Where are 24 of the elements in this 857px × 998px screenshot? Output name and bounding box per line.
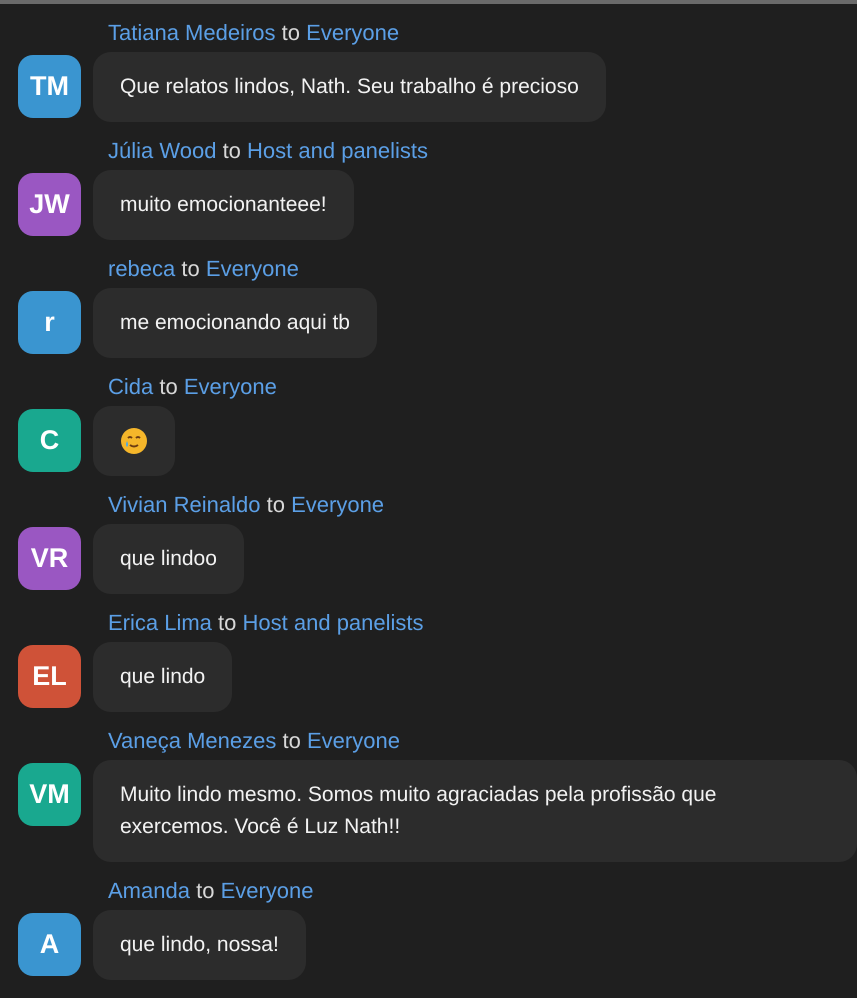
avatar: VM	[18, 763, 81, 826]
avatar: TM	[18, 55, 81, 118]
message-header: Amanda to Everyone	[107, 877, 315, 905]
avatar: JW	[18, 173, 81, 236]
message-bubble: que lindo, nossa!	[93, 910, 306, 980]
message-header: Júlia Wood to Host and panelists	[107, 137, 430, 165]
message-header: Cida to Everyone	[107, 373, 278, 401]
avatar: C	[18, 409, 81, 472]
message-bubble: que lindo	[93, 642, 232, 712]
message-header: Vivian Reinaldo to Everyone	[107, 491, 386, 519]
message-bubble: me emocionando aqui tb	[93, 288, 377, 358]
message-header: Erica Lima to Host and panelists	[107, 609, 425, 637]
avatar: EL	[18, 645, 81, 708]
avatar: VR	[18, 527, 81, 590]
message-header: Vaneça Menezes to Everyone	[107, 727, 401, 755]
message-header: rebeca to Everyone	[107, 255, 300, 283]
message-header: Tatiana Medeiros to Everyone	[107, 19, 400, 47]
message-bubble: que lindoo	[93, 524, 244, 594]
message-bubble: Muito lindo mesmo. Somos muito agraciadas pela profissão que exercemos. Você é Luz Nath!!	[93, 760, 857, 862]
avatar: A	[18, 913, 81, 976]
smiling-face-with-tear-icon	[119, 426, 149, 456]
message-bubble: Que relatos lindos, Nath. Seu trabalho é precioso	[93, 52, 606, 122]
avatar: r	[18, 291, 81, 354]
message-bubble: muito emocionanteee!	[93, 170, 354, 240]
